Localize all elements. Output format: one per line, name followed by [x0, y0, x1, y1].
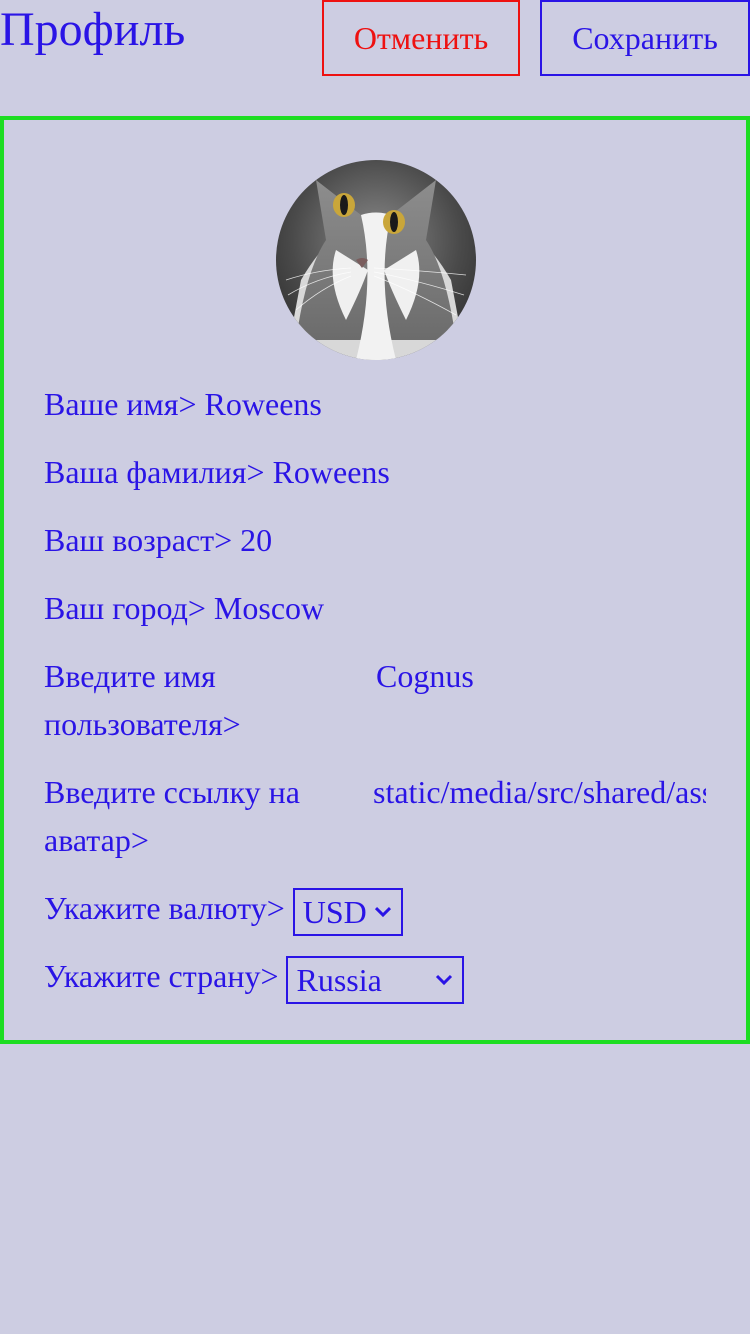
- currency-select[interactable]: USD: [292, 887, 403, 936]
- city-row: Ваш город> Moscow: [44, 584, 324, 632]
- country-label: Укажите страну>: [44, 958, 279, 994]
- currency-value: USD: [302, 893, 367, 930]
- age-label: Ваш возраст>: [44, 522, 233, 558]
- last-name-row: Ваша фамилия> Roweens: [44, 448, 390, 496]
- profile-card: Ваше имя> Roweens Ваша фамилия> Roweens …: [0, 116, 750, 1044]
- age-value[interactable]: 20: [240, 522, 272, 558]
- avatar-link-input[interactable]: static/media/src/shared/assets: [373, 768, 706, 816]
- save-button[interactable]: Сохранить: [540, 0, 750, 76]
- currency-label: Укажите валюту>: [44, 890, 285, 926]
- first-name-value[interactable]: Roweens: [205, 386, 322, 422]
- last-name-label: Ваша фамилия>: [44, 454, 265, 490]
- cat-photo: [276, 160, 476, 360]
- page-title: Профиль: [0, 3, 186, 56]
- currency-row: Укажите валюту> USD: [44, 884, 403, 936]
- last-name-value[interactable]: Roweens: [273, 454, 390, 490]
- country-row: Укажите страну> Russia: [44, 952, 465, 1004]
- first-name-label: Ваше имя>: [44, 386, 197, 422]
- avatar-link-label: Введите ссылку на аватар>: [44, 774, 300, 858]
- city-value[interactable]: Moscow: [214, 590, 324, 626]
- chevron-down-icon: [374, 906, 391, 917]
- cancel-button[interactable]: Отменить: [322, 0, 520, 76]
- chevron-down-icon: [436, 974, 453, 985]
- country-select[interactable]: Russia: [286, 955, 465, 1004]
- first-name-row: Ваше имя> Roweens: [44, 380, 322, 428]
- username-label: Введите имя пользователя>: [44, 658, 241, 742]
- avatar: [276, 160, 476, 360]
- username-input[interactable]: Cognus: [376, 652, 706, 700]
- age-row: Ваш возраст> 20: [44, 516, 272, 564]
- country-value: Russia: [296, 961, 382, 998]
- city-label: Ваш город>: [44, 590, 206, 626]
